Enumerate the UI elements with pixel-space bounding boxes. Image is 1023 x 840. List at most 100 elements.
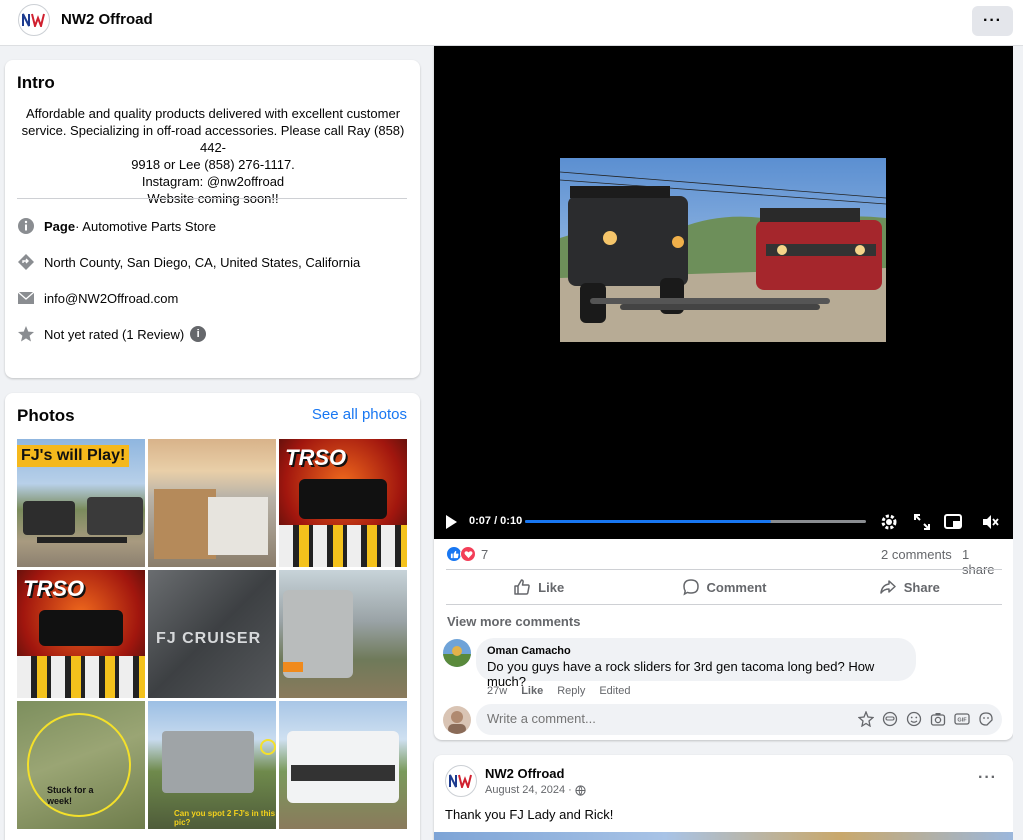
video-progress-fill xyxy=(525,520,771,523)
photos-title: Photos xyxy=(17,406,75,425)
like-label: Like xyxy=(538,579,565,595)
picture-in-picture-icon[interactable] xyxy=(943,512,963,532)
comment-bubble-icon xyxy=(682,579,699,596)
intro-bio: Affordable and quality products delivere… xyxy=(13,105,413,207)
intro-bio-line: Affordable and quality products delivere… xyxy=(25,106,401,121)
intro-category-row: Page · Automotive Parts Store xyxy=(17,216,216,236)
page-scrollbar[interactable] xyxy=(1013,46,1023,840)
video-timecode: 0:07 / 0:10 xyxy=(469,515,523,527)
email-icon xyxy=(17,289,35,307)
write-comment-box[interactable]: GIF xyxy=(476,704,1002,735)
post-action-bar: Like Comment Share xyxy=(446,569,1002,605)
photo-caption: Can you spot 2 FJ's in this pic? xyxy=(174,809,276,827)
location-pin-icon xyxy=(17,253,35,271)
category-label: Page xyxy=(44,218,76,234)
share-label: Share xyxy=(903,579,940,595)
globe-icon xyxy=(575,784,586,796)
post-author-name[interactable]: NW2 Offroad xyxy=(485,766,564,781)
photo-thumbnail[interactable]: Can you spot 2 FJ's in this pic? xyxy=(148,701,276,829)
post-image[interactable] xyxy=(434,832,1013,840)
nw2-logo-icon xyxy=(449,774,472,788)
gif-icon[interactable]: GIF xyxy=(954,711,970,727)
post-author-avatar[interactable] xyxy=(445,765,477,797)
photo-grid: FJ's will Play! TRSO TRSO FJ CRUISER Stu… xyxy=(17,439,407,829)
comment-author[interactable]: Oman Camacho xyxy=(487,645,905,657)
camera-icon[interactable] xyxy=(930,711,946,727)
reaction-count[interactable]: 7 xyxy=(481,547,488,562)
video-post-card: 0:07 / 0:10 7 2 comments 1 share Like Co… xyxy=(434,46,1013,740)
page-title[interactable]: NW2 Offroad xyxy=(61,11,153,28)
photo-thumbnail[interactable]: TRSO xyxy=(279,439,407,567)
category-value: · Automotive Parts Store xyxy=(75,218,216,234)
post-text: Thank you FJ Lady and Rick! xyxy=(445,807,614,822)
video-progress-bar[interactable] xyxy=(525,520,866,523)
comment-button[interactable]: Comment xyxy=(631,570,816,604)
photo-caption: TRSO xyxy=(285,445,347,470)
comment-meta: 27w Like Reply Edited xyxy=(487,685,631,697)
svg-text:GIF: GIF xyxy=(957,718,967,724)
intro-title: Intro xyxy=(17,73,55,92)
comment-time[interactable]: 27w xyxy=(487,685,507,697)
comment-input[interactable] xyxy=(487,711,747,726)
intro-email-row: info@NW2Offroad.com xyxy=(17,288,178,308)
photo-thumbnail[interactable]: FJ's will Play! xyxy=(17,439,145,567)
photo-thumbnail[interactable]: FJ CRUISER xyxy=(148,570,276,698)
page-logo-avatar[interactable] xyxy=(18,4,50,36)
intro-card: Intro Affordable and quality products de… xyxy=(5,60,420,378)
commenter-avatar[interactable] xyxy=(443,639,471,667)
second-post-card: NW2 Offroad August 24, 2024 · ··· Thank … xyxy=(434,755,1013,840)
intro-divider xyxy=(17,198,407,199)
fullscreen-icon[interactable] xyxy=(912,512,932,532)
photo-thumbnail[interactable] xyxy=(279,570,407,698)
photos-card: Photos See all photos FJ's will Play! TR… xyxy=(5,393,420,840)
comment-like-link[interactable]: Like xyxy=(521,685,543,697)
play-icon[interactable] xyxy=(446,515,457,529)
photo-thumbnail[interactable]: Stuck for a week! xyxy=(17,701,145,829)
settings-gear-icon[interactable] xyxy=(879,512,899,532)
intro-bio-line: Instagram: @nw2offroad xyxy=(141,174,285,189)
nw2-logo-icon xyxy=(22,13,45,27)
mute-icon[interactable] xyxy=(980,512,1000,532)
page-header-bar: NW2 Offroad ··· xyxy=(0,0,1023,46)
love-reaction-icon xyxy=(460,546,476,562)
rating-text[interactable]: Not yet rated (1 Review) xyxy=(44,327,184,342)
photo-caption: FJ CRUISER xyxy=(156,630,262,647)
like-button[interactable]: Like xyxy=(446,570,631,604)
view-more-comments-link[interactable]: View more comments xyxy=(447,614,580,629)
location-text[interactable]: North County, San Diego, CA, United Stat… xyxy=(44,255,360,270)
intro-bio-line: 9918 or Lee (858) 276-1117. xyxy=(131,157,295,172)
see-all-photos-link[interactable]: See all photos xyxy=(312,406,407,423)
intro-location-row: North County, San Diego, CA, United Stat… xyxy=(17,252,360,272)
intro-bio-line: service. Specializing in off-road access… xyxy=(21,123,405,155)
photo-caption: Stuck for a week! xyxy=(47,785,94,806)
info-icon xyxy=(17,217,35,235)
share-arrow-icon xyxy=(880,580,896,594)
emoji-icon[interactable] xyxy=(906,711,922,727)
post-date-text[interactable]: August 24, 2024 · xyxy=(485,784,572,796)
thumbs-up-icon xyxy=(514,579,530,595)
current-user-avatar[interactable] xyxy=(443,706,471,734)
video-player[interactable]: 0:07 / 0:10 xyxy=(434,46,1013,539)
avatar-face-icon[interactable] xyxy=(882,711,898,727)
star-icon xyxy=(17,325,35,343)
share-button[interactable]: Share xyxy=(817,570,1002,604)
comments-count[interactable]: 2 comments xyxy=(881,547,952,562)
photo-thumbnail[interactable] xyxy=(148,439,276,567)
avatar-sticker-icon[interactable] xyxy=(858,711,874,727)
photo-thumbnail[interactable]: TRSO xyxy=(17,570,145,698)
intro-rating-row: Not yet rated (1 Review) i xyxy=(17,324,207,344)
comment-reply-link[interactable]: Reply xyxy=(557,685,585,697)
reaction-icons[interactable] xyxy=(446,546,476,562)
photo-thumbnail[interactable] xyxy=(279,701,407,829)
photo-caption: TRSO xyxy=(23,576,85,601)
video-controls: 0:07 / 0:10 xyxy=(434,508,1013,536)
photo-caption: FJ's will Play! xyxy=(17,445,130,467)
more-options-button[interactable]: ··· xyxy=(972,6,1013,36)
sticker-icon[interactable] xyxy=(978,711,994,727)
email-link[interactable]: info@NW2Offroad.com xyxy=(44,291,178,306)
comment-bubble: Oman Camacho Do you guys have a rock sli… xyxy=(476,638,916,689)
comment-edited-label[interactable]: Edited xyxy=(599,685,630,697)
post-more-options-button[interactable]: ··· xyxy=(978,769,997,787)
rating-info-icon[interactable]: i xyxy=(190,326,207,342)
comment-tool-icons: GIF xyxy=(858,711,994,727)
